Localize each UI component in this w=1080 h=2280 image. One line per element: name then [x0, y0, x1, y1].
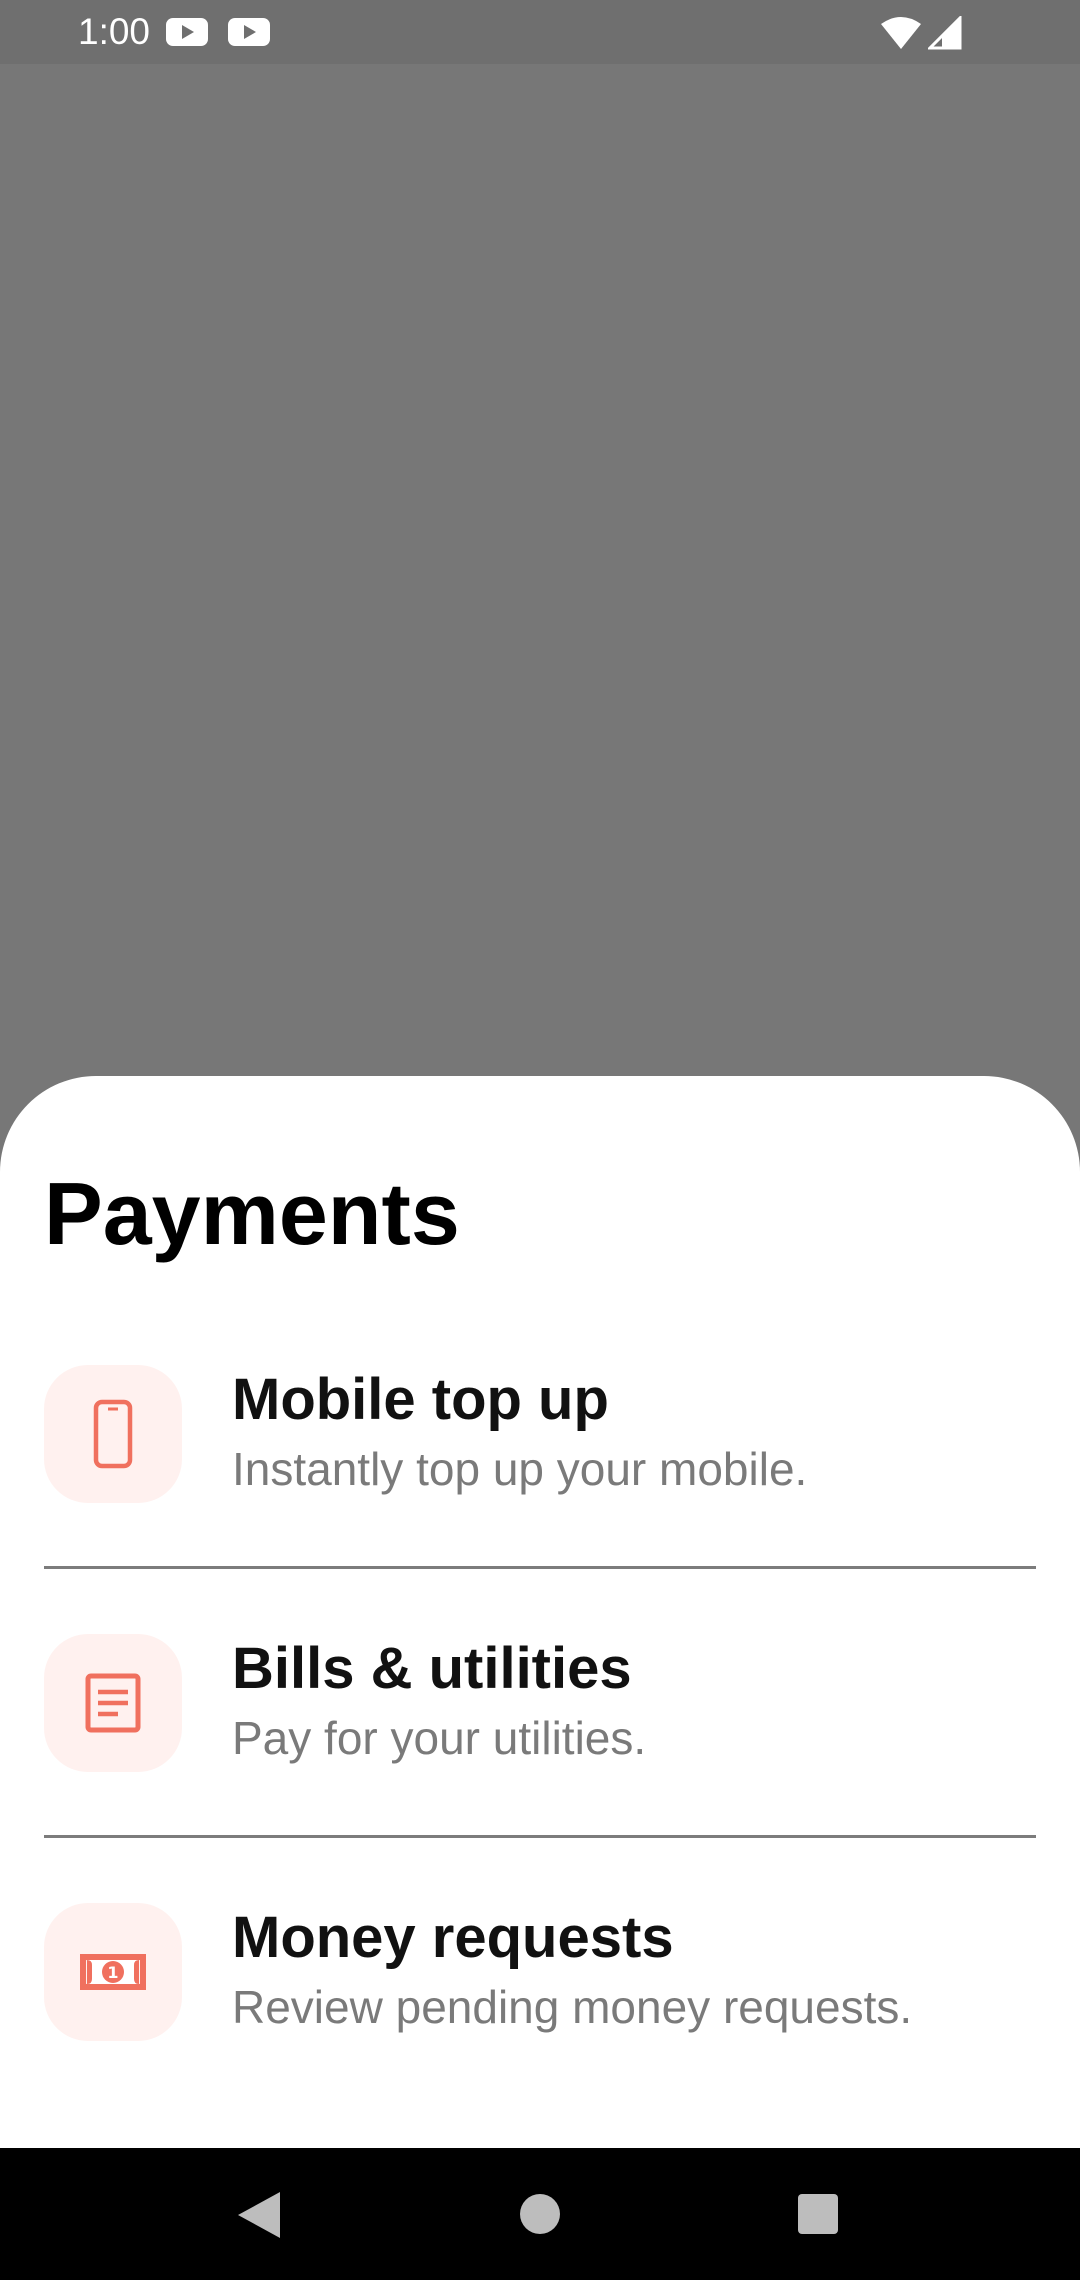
option-subtitle: Instantly top up your mobile. — [232, 1443, 808, 1495]
cellular-signal-icon — [928, 16, 962, 50]
status-bar: 1:00 — [0, 0, 1080, 64]
option-bills-utilities[interactable]: Bills & utilities Pay for your utilities… — [0, 1634, 1080, 1902]
youtube-icon — [228, 18, 270, 46]
receipt-icon — [85, 1673, 141, 1733]
youtube-icon — [166, 18, 208, 46]
option-subtitle: Review pending money requests. — [232, 1981, 913, 2033]
home-icon[interactable] — [520, 2194, 560, 2234]
option-title: Mobile top up — [232, 1367, 609, 1432]
option-money-requests[interactable]: 1 Money requests Review pending money re… — [0, 1903, 1080, 2171]
divider — [44, 1835, 1036, 1838]
sheet-title: Payments — [44, 1164, 460, 1263]
status-time: 1:00 — [78, 11, 151, 52]
payments-bottom-sheet: Payments Mobile top up Instantly top up … — [0, 1076, 1080, 2148]
smartphone-icon — [93, 1399, 133, 1469]
svg-text:1: 1 — [107, 1963, 118, 1982]
option-icon-container: 1 — [44, 1903, 182, 2041]
option-mobile-top-up[interactable]: Mobile top up Instantly top up your mobi… — [0, 1365, 1080, 1633]
wifi-icon — [881, 17, 921, 49]
scrim-overlay[interactable] — [0, 64, 1080, 1076]
option-subtitle: Pay for your utilities. — [232, 1712, 647, 1764]
recents-icon[interactable] — [798, 2194, 838, 2234]
navigation-bar — [0, 2148, 1080, 2280]
option-title: Money requests — [232, 1905, 674, 1970]
option-icon-container — [44, 1365, 182, 1503]
divider — [44, 1566, 1036, 1569]
option-icon-container — [44, 1634, 182, 1772]
banknote-icon: 1 — [80, 1954, 146, 1990]
option-title: Bills & utilities — [232, 1636, 632, 1701]
back-icon[interactable] — [236, 2190, 282, 2240]
